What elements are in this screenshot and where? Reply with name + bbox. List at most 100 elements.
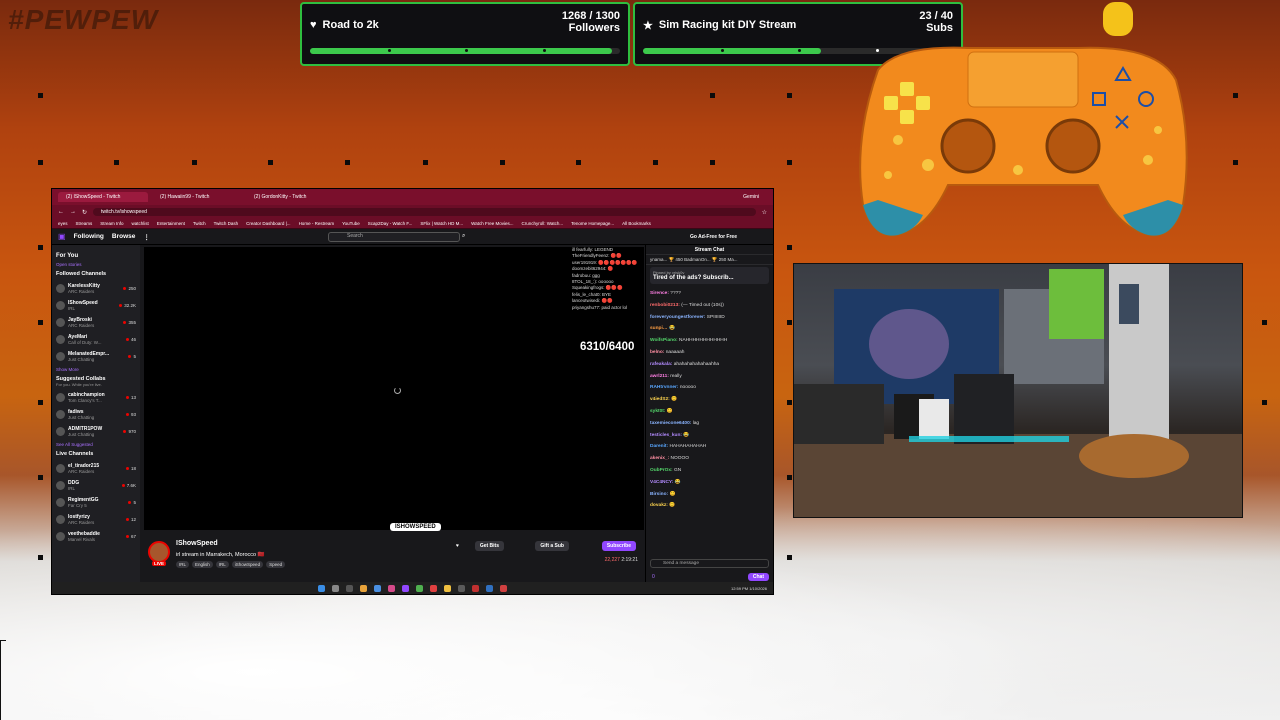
- chat-message[interactable]: belno: naaaaah: [650, 347, 769, 359]
- twitch-logo-icon[interactable]: ▣: [58, 232, 66, 241]
- chat-username[interactable]: belno:: [650, 350, 664, 355]
- bookmark-item[interactable]: Entertainment: [157, 221, 185, 226]
- chat-username[interactable]: testicles_kun:: [650, 433, 682, 438]
- sidebar-channel[interactable]: el_tirador215 ARC Raiders 18: [56, 460, 136, 477]
- browser-tab[interactable]: (2) GordonKitty - Twitch: [246, 192, 336, 202]
- chat-username[interactable]: Sirence:: [650, 291, 669, 296]
- open-stories-link[interactable]: Open stories: [56, 262, 136, 267]
- nav-browse[interactable]: Browse: [112, 233, 135, 240]
- bookmark-star-icon[interactable]: ☆: [762, 209, 767, 216]
- sidebar-channel[interactable]: cabinchampion Tom Clancy's T... 13: [56, 389, 136, 406]
- chat-username[interactable]: taxemiecone6400:: [650, 421, 691, 426]
- taskview-icon[interactable]: [346, 584, 353, 592]
- app-icon[interactable]: [416, 584, 423, 592]
- bookmark-item[interactable]: watchlist: [132, 221, 149, 226]
- chat-message[interactable]: taxemiecone6400: lag: [650, 418, 769, 430]
- ad-free-link[interactable]: Go Ad-Free for Free: [690, 234, 737, 240]
- chat-message[interactable]: awrl211: really: [650, 371, 769, 383]
- bookmark-item[interactable]: Scap2Day - Watch F...: [368, 221, 413, 226]
- streamer-name[interactable]: IShowSpeed: [176, 540, 218, 547]
- chat-username[interactable]: v4iedS2:: [650, 397, 670, 402]
- reload-icon[interactable]: ↻: [82, 209, 87, 216]
- sidebar-channel[interactable]: fadiws Just Chatting 93: [56, 406, 136, 423]
- url-input[interactable]: twitch.tv/ishowspeed: [93, 208, 756, 216]
- chat-username[interactable]: RAHtrvnner:: [650, 385, 679, 390]
- sidebar-channel[interactable]: veethebaddie Marvel Rivals 67: [56, 528, 136, 545]
- profile-label[interactable]: Gemini: [735, 192, 767, 202]
- bookmark-item[interactable]: Home - Restream: [299, 221, 335, 226]
- tag[interactable]: English: [192, 561, 213, 568]
- channel-points[interactable]: 0: [652, 574, 655, 580]
- obs-icon[interactable]: [472, 584, 479, 592]
- chat-message[interactable]: OubPrOx: GN: [650, 465, 769, 477]
- search-icon[interactable]: [332, 584, 339, 592]
- chat-username[interactable]: sunpi…: [650, 326, 668, 331]
- bookmark-item[interactable]: Creator Dashboard |...: [246, 221, 290, 226]
- bookmark-item[interactable]: SFlix | Watch HD M...: [420, 221, 463, 226]
- browser-tab[interactable]: (2) IShowSpeed - Twitch: [58, 192, 148, 202]
- chat-username[interactable]: akenix_:: [650, 456, 669, 461]
- bookmark-item[interactable]: Stream Info: [100, 221, 123, 226]
- chat-message[interactable]: sykt0t: 😊: [650, 406, 769, 418]
- tag[interactable]: iShowSpeed: [231, 561, 264, 568]
- chat-username[interactable]: awrl211:: [650, 374, 669, 379]
- chat-message[interactable]: akenix_: NOOOO: [650, 453, 769, 465]
- chat-username[interactable]: renbobi0213:: [650, 303, 680, 308]
- see-all-suggested-link[interactable]: See All Suggested: [56, 442, 136, 447]
- start-icon[interactable]: [318, 584, 325, 592]
- sidebar-channel[interactable]: ADMITR1POW Just Chatting 970: [56, 423, 136, 440]
- app-icon[interactable]: [430, 584, 437, 592]
- chat-username[interactable]: V4C4NCY:: [650, 480, 673, 485]
- chat-leaderboard[interactable]: ynama... 🏆 450 BadmanOn... 🏆 250 Ma...: [646, 255, 773, 265]
- chat-message[interactable]: RAHtrvnner: nooooo: [650, 382, 769, 394]
- explorer-icon[interactable]: [360, 584, 367, 592]
- chat-username[interactable]: WoifsPiano:: [650, 338, 678, 343]
- nav-following[interactable]: Following: [74, 233, 104, 240]
- bookmark-item[interactable]: eyes: [58, 221, 68, 226]
- forward-icon[interactable]: →: [70, 209, 76, 215]
- tag[interactable]: IRL: [215, 561, 229, 568]
- chat-username[interactable]: sykt0t:: [650, 409, 665, 414]
- sidebar-channel[interactable]: KarelessKitty ARC Raiders 250: [56, 280, 136, 297]
- sidebar-channel[interactable]: MelanatedEmpr... Just Chatting 5: [56, 348, 136, 365]
- show-more-link[interactable]: Show More: [56, 367, 136, 372]
- chat-username[interactable]: dovakz:: [650, 503, 668, 508]
- search-icon[interactable]: ⌕: [462, 233, 465, 240]
- heart-icon[interactable]: ♥: [451, 541, 464, 551]
- chat-message[interactable]: V4C4NCY: 😂: [650, 477, 769, 489]
- sidebar-channel[interactable]: lostfyrizy ARC Raiders 12: [56, 511, 136, 528]
- taskbar-clock[interactable]: 12:59 PM 1/10/2026: [731, 586, 767, 591]
- app-icon[interactable]: [458, 584, 465, 592]
- chat-message[interactable]: foreveryoungestforever: SPIIIIIID: [650, 312, 769, 324]
- search-input[interactable]: Search: [328, 231, 460, 242]
- chat-send-button[interactable]: Chat: [747, 573, 769, 581]
- get-bits-button[interactable]: Get Bits: [474, 541, 504, 551]
- app-icon[interactable]: [500, 584, 507, 592]
- bookmark-item[interactable]: YouTube: [342, 221, 360, 226]
- app-icon[interactable]: [388, 584, 395, 592]
- browser-window[interactable]: (2) IShowSpeed - Twitch (2) Hawaiin99 - …: [51, 188, 774, 595]
- twitch-app-icon[interactable]: [402, 584, 409, 592]
- chat-message[interactable]: Sirence: ????: [650, 288, 769, 300]
- back-icon[interactable]: ←: [58, 209, 64, 215]
- sidebar-channel[interactable]: IShowSpeed IRL 32.2K: [56, 297, 136, 314]
- chat-username[interactable]: foreveryoungestforever:: [650, 315, 705, 320]
- bookmark-item[interactable]: All Bookmarks: [622, 221, 651, 226]
- chat-message[interactable]: testicles_kun: 😂: [650, 430, 769, 442]
- chat-username[interactable]: Darenit:: [650, 444, 668, 449]
- bookmark-item[interactable]: Crunchyroll: Watch...: [521, 221, 563, 226]
- subscribe-button[interactable]: Subscribe: [601, 541, 636, 551]
- bookmark-item[interactable]: Twitch Dash: [214, 221, 239, 226]
- sidebar-channel[interactable]: AyeMari Call of Duty: W... 46: [56, 331, 136, 348]
- streamer-avatar[interactable]: [148, 541, 170, 563]
- chat-message[interactable]: sunpi… 😂: [650, 323, 769, 335]
- gift-sub-button[interactable]: Gift a Sub: [535, 541, 569, 551]
- pinned-message[interactable]: Pinned by vrisk0v Tired of the ads? Subs…: [650, 267, 769, 284]
- bookmark-item[interactable]: Watch Free Movies...: [471, 221, 513, 226]
- sidebar-channel[interactable]: DDG IRL 7.6K: [56, 477, 136, 494]
- chat-message[interactable]: renbobi0213: (— Timed out (10s)): [650, 300, 769, 312]
- app-icon[interactable]: [374, 584, 381, 592]
- bookmark-item[interactable]: Tenome Homepage...: [571, 221, 614, 226]
- app-icon[interactable]: [486, 584, 493, 592]
- chat-username[interactable]: OubPrOx:: [650, 468, 673, 473]
